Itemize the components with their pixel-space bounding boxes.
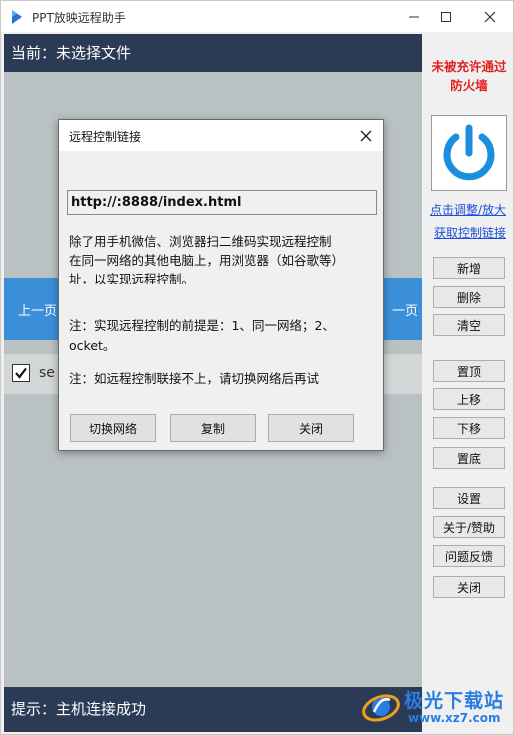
- app-logo-icon: [10, 9, 24, 25]
- description-line: 在同一网络的其他电脑上，用浏览器（如谷歌等）: [69, 253, 345, 268]
- remote-link-dialog: 远程控制链接 http://:8888/index.html 除了用手机微信、浏…: [58, 119, 384, 451]
- close-app-button[interactable]: 关闭: [433, 576, 505, 598]
- control-url-field[interactable]: http://:8888/index.html: [67, 190, 377, 215]
- dialog-title-bar: 远程控制链接: [59, 120, 383, 151]
- get-control-link[interactable]: 获取控制链接: [434, 224, 506, 241]
- minimize-icon: [409, 16, 419, 17]
- add-button[interactable]: 新增: [433, 257, 505, 279]
- maximize-icon: [441, 11, 451, 22]
- watermark-title: 极光下载站: [404, 690, 505, 712]
- watermark: 极光下载站 www.xz7.com: [356, 684, 511, 732]
- power-icon: [443, 124, 495, 181]
- move-top-button[interactable]: 置顶: [433, 360, 505, 382]
- current-file-header: 当前：未选择文件: [4, 34, 422, 72]
- close-icon: [484, 11, 496, 22]
- power-toggle-button[interactable]: [431, 115, 507, 191]
- clear-button[interactable]: 清空: [433, 314, 505, 336]
- note-line: ocket。: [69, 338, 116, 353]
- firewall-warning: 未被充许通过防火墙: [431, 59, 507, 93]
- move-down-button[interactable]: 下移: [433, 417, 505, 439]
- file-name: se: [39, 365, 55, 381]
- description-line: 除了用手机微信、浏览器扫二维码实现远程控制: [69, 234, 332, 249]
- move-bottom-button[interactable]: 置底: [433, 447, 505, 469]
- move-up-button[interactable]: 上移: [433, 388, 505, 410]
- title-bar: PPT放映远程助手: [1, 1, 513, 32]
- checkmark-icon: [15, 367, 27, 379]
- maximize-button[interactable]: [426, 1, 466, 32]
- adjust-zoom-link[interactable]: 点击调整/放大: [430, 201, 506, 218]
- close-window-button[interactable]: [470, 1, 510, 32]
- watermark-logo-icon: [362, 694, 400, 722]
- dialog-note-retry: 注：如远程控制联接不上，请切换网络后再试: [69, 371, 320, 386]
- settings-button[interactable]: 设置: [433, 487, 505, 509]
- window-title: PPT放映远程助手: [32, 11, 126, 25]
- description-line: 址，以实现远程控制。: [69, 272, 195, 284]
- feedback-button[interactable]: 问题反馈: [433, 545, 505, 567]
- copy-button[interactable]: 复制: [170, 414, 256, 442]
- dialog-title: 远程控制链接: [69, 130, 142, 144]
- file-checkbox[interactable]: [12, 364, 30, 382]
- about-sponsor-button[interactable]: 关于/赞助: [433, 516, 505, 538]
- close-icon: [360, 130, 372, 142]
- watermark-url: www.xz7.com: [408, 711, 501, 725]
- dialog-close-text-button[interactable]: 关闭: [268, 414, 354, 442]
- note-line: 注：实现远程控制的前提是：1、同一网络；2、: [69, 318, 335, 333]
- dialog-note-prerequisite: 注：实现远程控制的前提是：1、同一网络；2、 ocket。: [69, 316, 379, 358]
- delete-button[interactable]: 删除: [433, 286, 505, 308]
- switch-network-button[interactable]: 切换网络: [70, 414, 156, 442]
- prev-page-button[interactable]: 上一页: [18, 300, 57, 319]
- app-window: PPT放映远程助手 当前：未选择文件 上一页 一页 se 提示：主机连接成功 未…: [0, 0, 514, 735]
- dialog-description: 除了用手机微信、浏览器扫二维码实现远程控制 在同一网络的其他电脑上，用浏览器（如…: [69, 232, 379, 284]
- dialog-close-button[interactable]: [357, 127, 375, 145]
- next-page-button[interactable]: 一页: [392, 300, 418, 319]
